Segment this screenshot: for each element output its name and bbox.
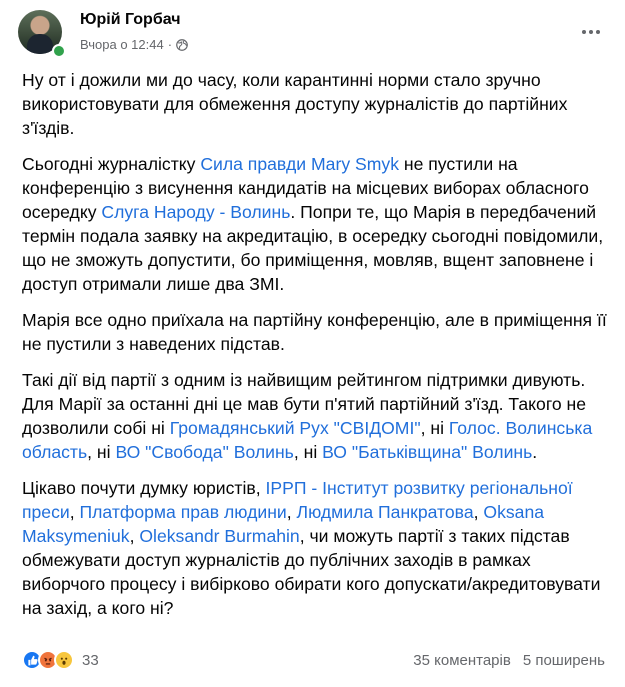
globe-icon[interactable] [176,38,188,51]
mention-link[interactable]: ВО "Батьківщина" Волинь [322,442,532,462]
post-text-segment: , [473,502,484,522]
mention-link[interactable]: Сила правди [200,154,306,174]
post-footer: 33 35 коментарів 5 поширень [22,646,605,674]
shares-count-link[interactable]: 5 поширень [523,652,605,669]
facebook-post: Юрій Горбач Вчора о 12:44 · Ну от і дожи… [0,0,625,687]
post-text-segment: Ну от і дожили ми до часу, коли карантин… [22,70,568,138]
meta-separator: · [167,37,173,52]
mention-link[interactable]: Слуга Народу - Волинь [101,202,290,222]
reaction-summary[interactable]: 33 [22,650,99,670]
post-paragraph: Такі дії від партії з одним із найвищим … [22,368,612,464]
wow-icon [54,650,74,670]
mention-link[interactable]: Громадянський Рух "СВІДОМІ" [170,418,421,438]
post-stats: 35 коментарів 5 поширень [413,652,605,669]
post-text-segment: , [129,526,140,546]
post-text: Ну от і дожили ми до часу, коли карантин… [22,68,612,632]
post-text-segment: , ні [293,442,323,462]
post-text-segment: , ні [87,442,116,462]
post-paragraph: Марія все одно приїхала на партійну конф… [22,308,612,356]
mention-link[interactable]: ВО "Свобода" Волинь [115,442,293,462]
reaction-count[interactable]: 33 [82,652,99,669]
post-text-segment: Цікаво почути думку юристів, [22,478,266,498]
post-text-segment: , ні [420,418,449,438]
comments-count-link[interactable]: 35 коментарів [413,652,511,669]
post-text-segment: Сьогодні журналістку [22,154,201,174]
post-text-segment: , [69,502,80,522]
post-header: Юрій Горбач Вчора о 12:44 · [18,10,609,62]
author-name[interactable]: Юрій Горбач [80,11,181,29]
mention-link[interactable]: Платформа прав людини [80,502,287,522]
mention-link[interactable]: Oleksandr Burmahin [139,526,299,546]
post-paragraph: Сьогодні журналістку Сила правди Mary Sm… [22,152,612,296]
mention-link[interactable]: Mary Smyk [311,154,399,174]
more-horizontal-icon[interactable] [577,22,605,42]
online-status-icon [52,44,66,58]
post-meta: Вчора о 12:44 · [80,37,188,52]
post-text-segment: , [286,502,297,522]
post-paragraph: Ну от і дожили ми до часу, коли карантин… [22,68,612,140]
post-paragraph: Цікаво почути думку юристів, ІРРП - Інст… [22,476,612,620]
post-text-segment: . [532,442,538,462]
avatar-figure [27,34,53,54]
mention-link[interactable]: Людмила Панкратова [297,502,474,522]
post-text-segment: Марія все одно приїхала на партійну конф… [22,310,607,354]
post-timestamp[interactable]: Вчора о 12:44 [80,37,164,52]
